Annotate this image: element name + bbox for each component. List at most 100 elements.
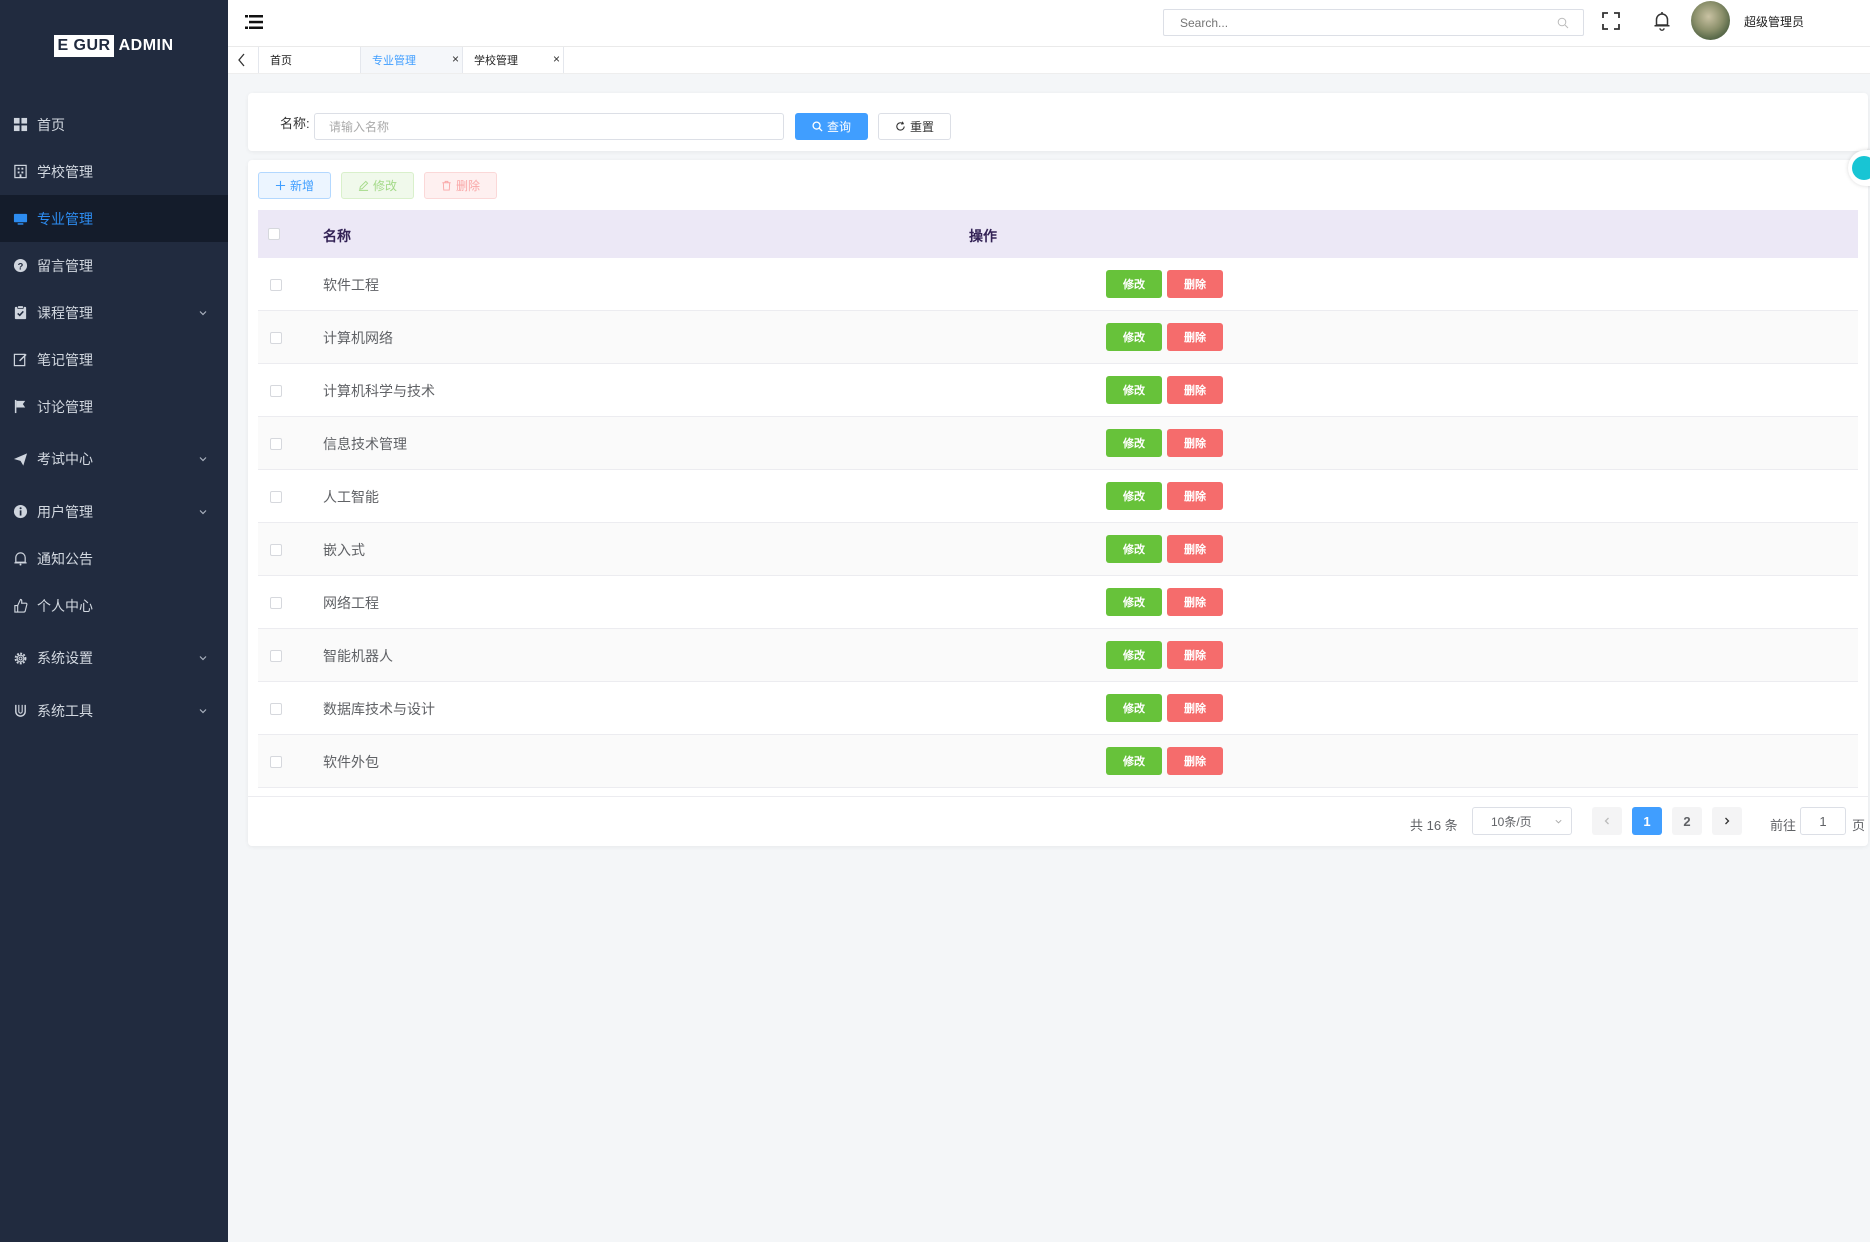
row-checkbox[interactable] [270,703,282,715]
sidebar-item-notes[interactable]: 笔记管理 [0,336,228,383]
table-row: 计算机科学与技术 修改 删除 [258,364,1858,417]
sidebar-item-major[interactable]: 专业管理 [0,195,228,242]
row-delete-button[interactable]: 删除 [1167,588,1223,616]
row-delete-button[interactable]: 删除 [1167,482,1223,510]
row-delete-button[interactable]: 删除 [1167,270,1223,298]
row-edit-button[interactable]: 修改 [1106,429,1162,457]
reset-button[interactable]: 重置 [878,113,951,140]
row-delete-button[interactable]: 删除 [1167,535,1223,563]
select-all-checkbox[interactable] [268,228,280,240]
row-delete-button[interactable]: 删除 [1167,641,1223,669]
sidebar-menu: 首页 学校管理 专业管理 ? 留言管理 课程管理 笔记管理 讨论管理 考试中心 … [0,101,228,734]
row-edit-button[interactable]: 修改 [1106,482,1162,510]
page-button-2[interactable]: 2 [1672,807,1702,835]
building-icon [12,164,28,180]
question-icon: ? [12,258,28,274]
table-row: 信息技术管理 修改 删除 [258,417,1858,470]
edit-icon [12,352,28,368]
avatar[interactable] [1691,1,1730,40]
row-delete-button[interactable]: 删除 [1167,747,1223,775]
row-checkbox[interactable] [270,279,282,291]
row-checkbox[interactable] [270,544,282,556]
row-edit-button[interactable]: 修改 [1106,588,1162,616]
prev-page-button[interactable] [1592,807,1622,835]
row-checkbox[interactable] [270,491,282,503]
tab-school[interactable]: 学校管理 × [462,47,564,73]
row-delete-button[interactable]: 删除 [1167,429,1223,457]
query-button[interactable]: 查询 [795,113,868,140]
header-search[interactable] [1163,9,1584,36]
trash-icon [442,180,451,191]
username[interactable]: 超级管理员 [1744,13,1804,30]
flag-icon [12,399,28,415]
menu-toggle-icon[interactable] [245,14,263,30]
chevron-left-icon[interactable] [236,52,248,68]
column-header-actions: 操作 [969,228,997,244]
sidebar-item-school[interactable]: 学校管理 [0,148,228,195]
row-checkbox[interactable] [270,597,282,609]
sidebar-item-message[interactable]: ? 留言管理 [0,242,228,289]
table-row: 软件工程 修改 删除 [258,258,1858,311]
row-checkbox[interactable] [270,756,282,768]
table-row: 嵌入式 修改 删除 [258,523,1858,576]
sidebar-item-tools[interactable]: 系统工具 [0,687,228,734]
delete-button[interactable]: 删除 [424,172,497,199]
sidebar-item-label: 考试中心 [37,451,93,467]
sidebar-item-users[interactable]: 用户管理 [0,488,228,535]
sidebar-item-discussion[interactable]: 讨论管理 [0,383,228,430]
edit-button[interactable]: 修改 [341,172,414,199]
chevron-down-icon [199,457,207,462]
clipboard-check-icon [12,305,28,321]
row-edit-button[interactable]: 修改 [1106,694,1162,722]
sidebar-item-course[interactable]: 课程管理 [0,289,228,336]
page-size-select[interactable]: 10条/页 [1472,807,1572,835]
info-icon [12,504,28,520]
next-page-button[interactable] [1712,807,1742,835]
top-header: 超级管理员 [228,0,1870,47]
row-edit-button[interactable]: 修改 [1106,270,1162,298]
row-edit-button[interactable]: 修改 [1106,747,1162,775]
sidebar-item-settings[interactable]: 系统设置 [0,629,228,687]
add-button-label: 新增 [289,179,314,193]
row-name: 数据库技术与设计 [323,701,435,717]
sidebar-item-home[interactable]: 首页 [0,101,228,148]
sidebar-item-notice[interactable]: 通知公告 [0,535,228,582]
row-checkbox[interactable] [270,438,282,450]
logo-text-part2: ADMIN [118,37,174,54]
page-button-1[interactable]: 1 [1632,807,1662,835]
tab-home[interactable]: 首页 [258,47,360,73]
row-edit-button[interactable]: 修改 [1106,535,1162,563]
close-icon[interactable]: × [452,52,459,66]
sidebar-item-label: 专业管理 [37,210,93,227]
send-icon [12,451,28,467]
chevron-down-icon [199,708,207,713]
goto-page-input[interactable]: 1 [1800,807,1846,835]
name-input[interactable]: 请输入名称 [314,113,784,140]
row-checkbox[interactable] [270,332,282,344]
goto-label: 前往 [1770,818,1797,833]
sidebar-item-exam[interactable]: 考试中心 [0,430,228,488]
row-edit-button[interactable]: 修改 [1106,323,1162,351]
edit-icon [358,180,369,191]
bell-icon[interactable] [1653,11,1671,31]
row-edit-button[interactable]: 修改 [1106,376,1162,404]
sidebar-item-label: 系统设置 [37,650,93,666]
bell-icon [12,551,28,567]
close-icon[interactable]: × [553,52,560,66]
sidebar-item-profile[interactable]: 个人中心 [0,582,228,629]
chevron-down-icon [199,656,207,661]
row-checkbox[interactable] [270,385,282,397]
search-input[interactable] [1178,14,1557,31]
row-delete-button[interactable]: 删除 [1167,323,1223,351]
row-checkbox[interactable] [270,650,282,662]
row-name: 软件外包 [323,754,379,770]
dashboard-icon [12,117,28,133]
row-edit-button[interactable]: 修改 [1106,641,1162,669]
fullscreen-icon[interactable] [1602,12,1620,30]
add-button[interactable]: 新增 [258,172,331,199]
row-delete-button[interactable]: 删除 [1167,694,1223,722]
row-delete-button[interactable]: 删除 [1167,376,1223,404]
row-name: 人工智能 [323,489,379,505]
search-icon [812,121,823,132]
tab-major[interactable]: 专业管理 × [360,47,462,73]
